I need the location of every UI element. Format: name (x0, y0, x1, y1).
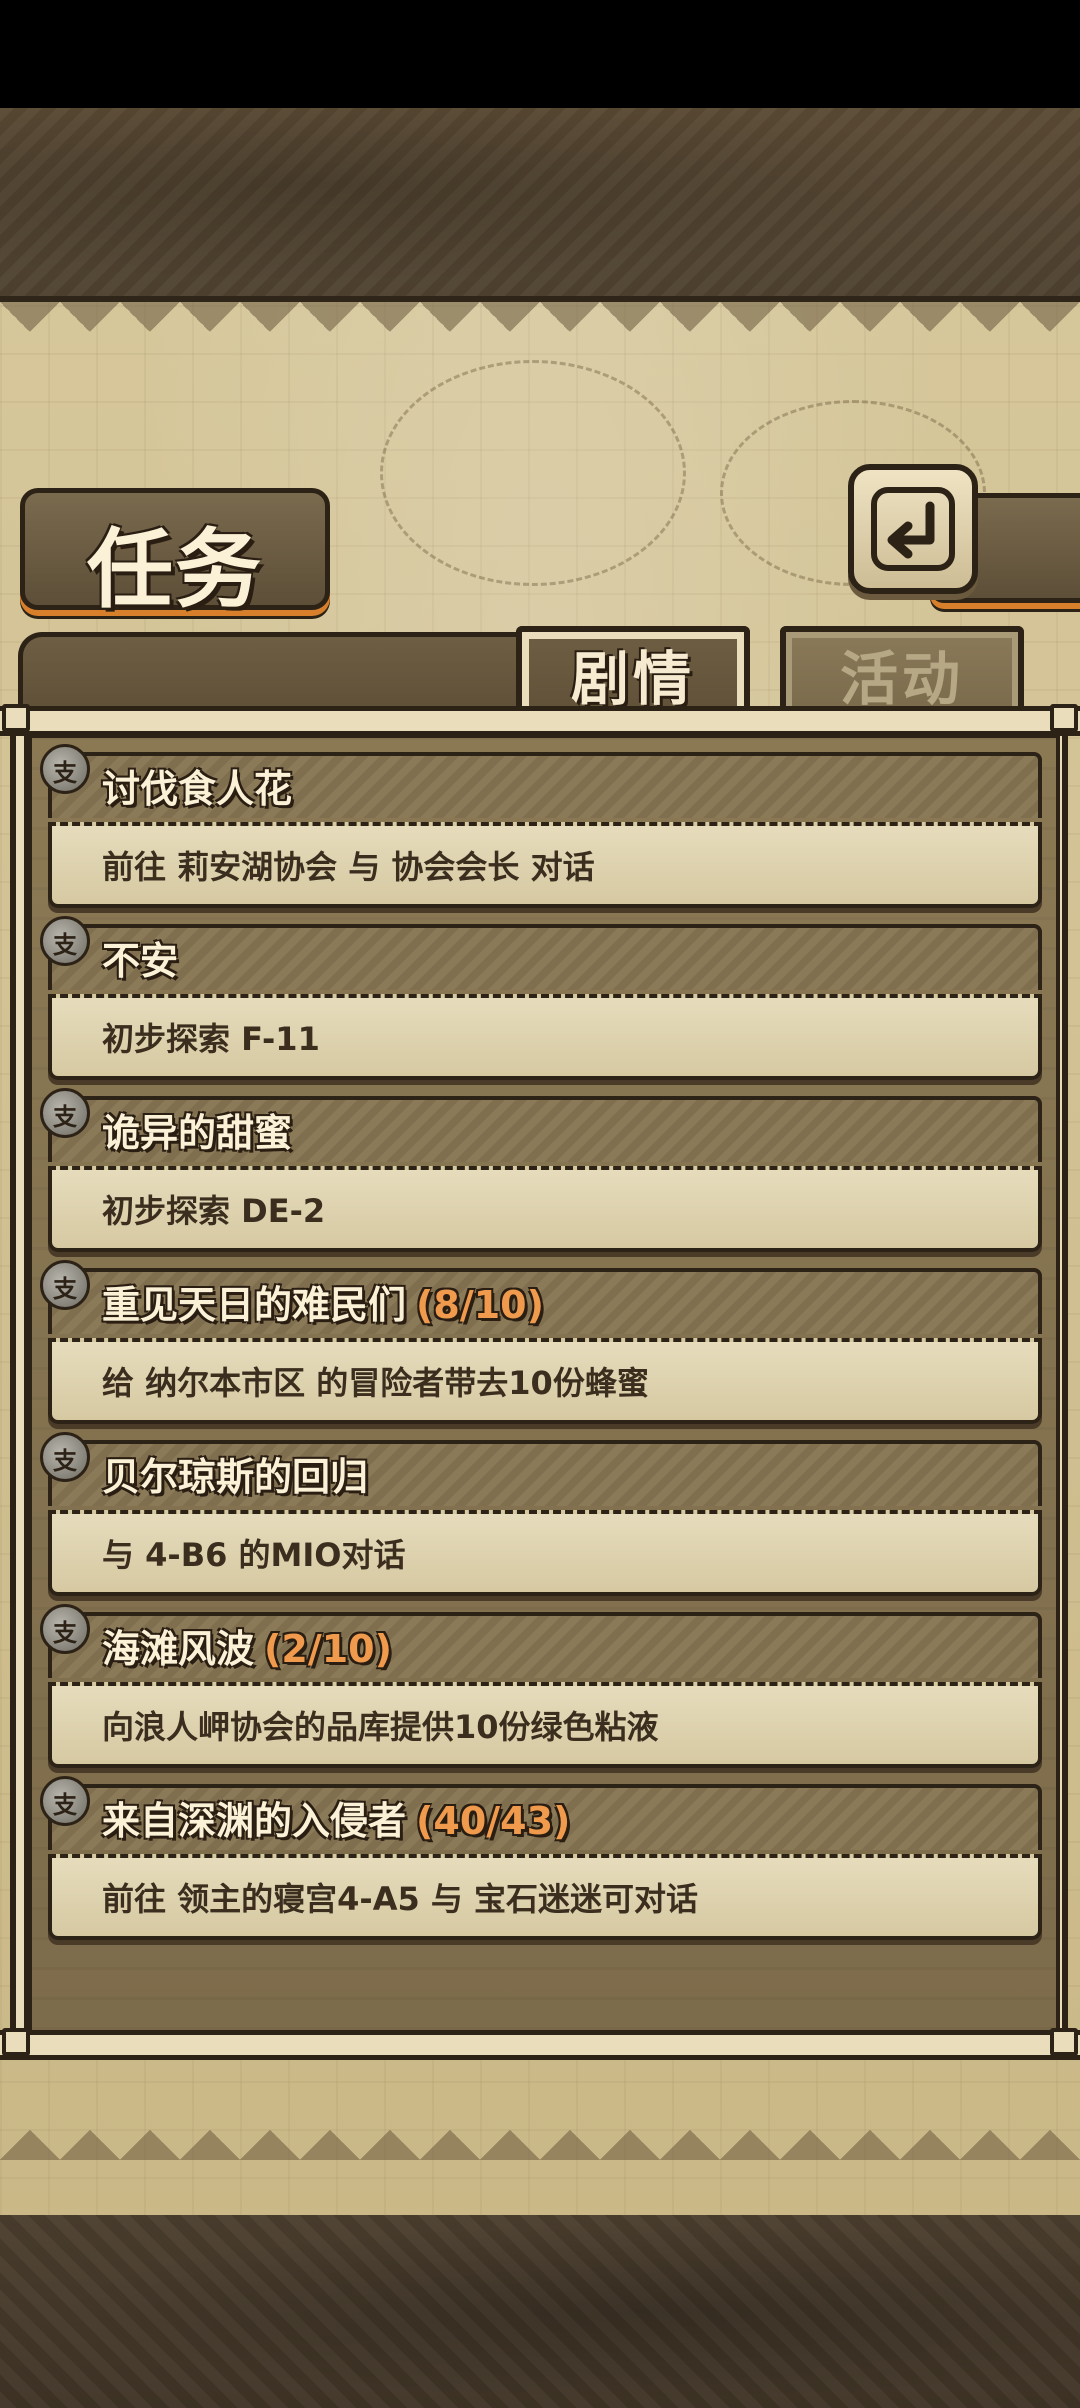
quest-progress: (2/10) (264, 1627, 392, 1671)
quest-item[interactable]: 支 讨伐食人花 前往 莉安湖协会 与 协会会长 对话 (40, 744, 1042, 916)
frame-rail-bottom (0, 2030, 1080, 2060)
quest-description: 向浪人岬协会的品库提供10份绿色粘液 (102, 1708, 659, 1746)
quest-badge-icon: 支 (40, 1776, 90, 1826)
quest-description: 给 纳尔本市区 的冒险者带去10份蜂蜜 (102, 1364, 649, 1402)
quest-title-bar (48, 924, 1042, 990)
quest-progress: (40/43) (416, 1799, 571, 1843)
frame-bolt (1050, 2028, 1078, 2056)
quest-item[interactable]: 支 海滩风波 (2/10) 向浪人岬协会的品库提供10份绿色粘液 (40, 1604, 1042, 1776)
quest-description: 初步探索 F-11 (102, 1020, 320, 1058)
zigzag-border-bottom (0, 2100, 1080, 2160)
page-title: 任务 (87, 520, 263, 620)
frame-bolt (1050, 704, 1078, 732)
quest-item[interactable]: 支 贝尔琼斯的回归 与 4-B6 的MIO对话 (40, 1432, 1042, 1604)
quest-description: 与 4-B6 的MIO对话 (102, 1536, 406, 1574)
quest-list: 支 讨伐食人花 前往 莉安湖协会 与 协会会长 对话 支 不安 初步探索 F-1… (40, 744, 1042, 1948)
back-button[interactable] (848, 464, 978, 594)
quest-title: 贝尔琼斯的回归 (102, 1455, 369, 1499)
quest-description: 初步探索 DE-2 (102, 1192, 326, 1230)
frame-rail-top (0, 706, 1080, 736)
quest-item[interactable]: 支 诡异的甜蜜 初步探索 DE-2 (40, 1088, 1042, 1260)
quest-badge-icon: 支 (40, 916, 90, 966)
back-arrow-icon (871, 487, 955, 571)
quest-badge-icon: 支 (40, 744, 90, 794)
quest-title: 海滩风波 (2/10) (102, 1627, 392, 1671)
quest-badge-icon: 支 (40, 1260, 90, 1310)
quest-title: 诡异的甜蜜 (102, 1111, 293, 1155)
quest-badge-icon: 支 (40, 1432, 90, 1482)
tab-strip (18, 632, 528, 717)
frame-bolt (2, 704, 30, 732)
quest-item[interactable]: 支 重见天日的难民们 (8/10) 给 纳尔本市区 的冒险者带去10份蜂蜜 (40, 1260, 1042, 1432)
quest-description: 前往 领主的寝宫4-A5 与 宝石迷迷可对话 (102, 1880, 699, 1918)
title-badge: 任务 (20, 488, 330, 620)
quest-progress: (8/10) (416, 1283, 544, 1327)
map-decoration (380, 360, 686, 586)
quest-title: 来自深渊的入侵者 (40/43) (102, 1799, 571, 1843)
quest-item[interactable]: 支 来自深渊的入侵者 (40/43) 前往 领主的寝宫4-A5 与 宝石迷迷可对话 (40, 1776, 1042, 1948)
quest-title: 不安 (102, 939, 179, 983)
quest-item[interactable]: 支 不安 初步探索 F-11 (40, 916, 1042, 1088)
frame-bolt (2, 2028, 30, 2056)
zigzag-border-top (0, 302, 1080, 362)
quest-description: 前往 莉安湖协会 与 协会会长 对话 (102, 848, 595, 886)
quest-screen: 任务 活动 剧情 支 讨伐食人花 前往 莉安湖协会 与 协会会长 对话 支 不安… (0, 0, 1080, 2408)
map-background-bottom (0, 2215, 1080, 2408)
status-bar (0, 0, 1080, 108)
quest-title: 讨伐食人花 (102, 767, 293, 811)
quest-title: 重见天日的难民们 (8/10) (102, 1283, 544, 1327)
map-background-top (0, 108, 1080, 300)
quest-badge-icon: 支 (40, 1088, 90, 1138)
quest-badge-icon: 支 (40, 1604, 90, 1654)
